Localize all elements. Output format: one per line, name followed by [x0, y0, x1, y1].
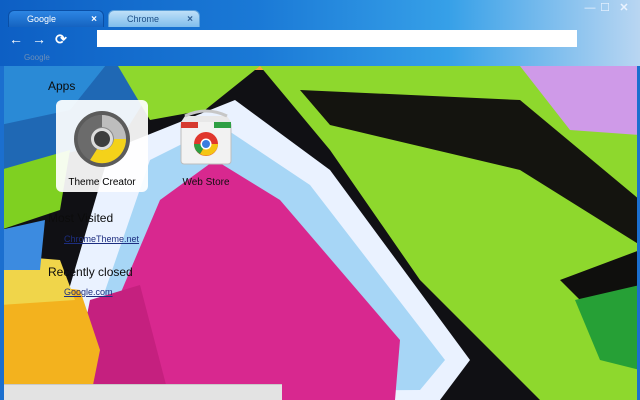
tab-label: Chrome [127, 14, 160, 24]
arrow-left-icon: ← [9, 31, 23, 47]
theme-creator-icon [74, 111, 130, 167]
omnibox-input[interactable] [97, 30, 577, 47]
apps-section-title: Apps [48, 79, 76, 93]
reload-icon: ⟳ [55, 31, 67, 47]
back-button[interactable]: ← [8, 31, 24, 47]
reload-button[interactable]: ⟳ [53, 31, 69, 47]
tab-chrome[interactable]: Chrome × [108, 10, 200, 27]
recently-closed-link[interactable]: Google.com [64, 287, 113, 297]
app-tile-theme-creator[interactable]: Theme Creator [56, 100, 148, 192]
tab-close-icon[interactable]: × [187, 11, 193, 28]
tab-close-icon[interactable]: × [91, 11, 97, 28]
app-label: Web Store [182, 177, 230, 188]
arrow-right-icon: → [32, 31, 46, 47]
close-icon[interactable]: ✕ [617, 2, 631, 14]
window-frame-left [0, 66, 4, 400]
most-visited-title: Most Visited [48, 211, 114, 225]
maximize-icon[interactable]: ☐ [598, 2, 612, 14]
app-tile-web-store[interactable]: Web Store [160, 100, 252, 192]
forward-button[interactable]: → [31, 31, 47, 47]
minimize-icon[interactable]: — [583, 2, 597, 14]
recently-closed-title: Recently closed [48, 265, 133, 279]
browser-toolbar: ← → ⟳ [0, 27, 640, 51]
most-visited-link[interactable]: ChromeTheme.net [64, 234, 139, 244]
tab-google[interactable]: Google × [8, 10, 104, 27]
tab-label: Google [27, 14, 57, 24]
app-label: Theme Creator [68, 177, 136, 188]
web-store-icon [180, 109, 232, 165]
horizontal-scrollbar[interactable] [4, 384, 282, 400]
bookmark-bar-label: Google [24, 53, 50, 62]
